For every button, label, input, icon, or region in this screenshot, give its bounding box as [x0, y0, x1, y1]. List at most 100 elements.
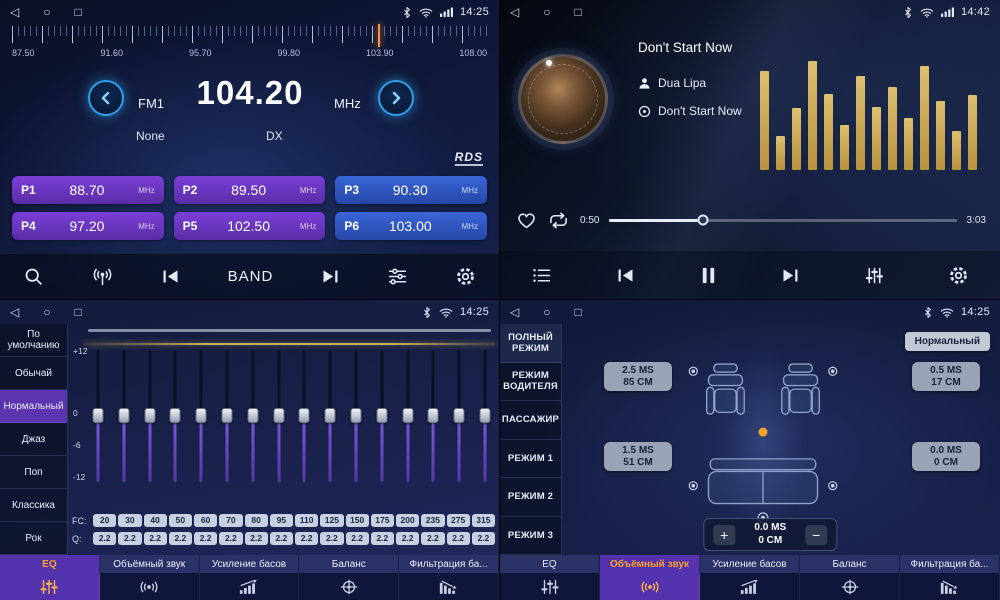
- eq-band-slider[interactable]: [193, 350, 209, 482]
- eq-band-slider[interactable]: [142, 350, 158, 482]
- delay-minus-button[interactable]: −: [805, 525, 827, 545]
- recents-icon[interactable]: □: [574, 300, 581, 324]
- eq-scrollbar[interactable]: [88, 329, 491, 332]
- eq-band-handle[interactable]: [428, 408, 439, 423]
- surround-sound-icon[interactable]: [100, 573, 200, 600]
- recents-icon[interactable]: □: [74, 300, 81, 324]
- recents-icon[interactable]: □: [74, 0, 81, 24]
- eq-band-handle[interactable]: [479, 408, 490, 423]
- back-icon[interactable]: ◁: [510, 0, 519, 24]
- preset-button-p3[interactable]: P3 90.30 MHz: [335, 176, 487, 204]
- preset-normal[interactable]: Нормальный: [0, 390, 67, 423]
- eq-band-handle[interactable]: [299, 408, 310, 423]
- eq-band-handle[interactable]: [118, 408, 129, 423]
- bass-boost-icon[interactable]: [200, 573, 300, 600]
- tab-filter[interactable]: Фильтрация ба...: [900, 555, 1000, 573]
- delay-rear-right[interactable]: 0.0 MS 0 CM: [912, 442, 980, 471]
- back-icon[interactable]: ◁: [510, 300, 519, 324]
- eq-band-slider[interactable]: [477, 350, 493, 482]
- next-track-button[interactable]: [780, 266, 801, 285]
- pause-button[interactable]: [699, 266, 718, 285]
- tune-down-button[interactable]: [88, 80, 124, 116]
- next-station-button[interactable]: [320, 267, 341, 286]
- delay-rear-left[interactable]: 1.5 MS 51 CM: [604, 442, 672, 471]
- equalizer-button[interactable]: [864, 266, 885, 285]
- eq-band-slider[interactable]: [167, 350, 183, 482]
- eq-band-handle[interactable]: [350, 408, 361, 423]
- preset-button-p4[interactable]: P4 97.20 MHz: [12, 212, 164, 240]
- eq-band-handle[interactable]: [273, 408, 284, 423]
- surround-sound-icon[interactable]: [600, 573, 700, 600]
- eq-band-slider[interactable]: [219, 350, 235, 482]
- eq-band-slider[interactable]: [116, 350, 132, 482]
- tab-balance[interactable]: Баланс: [800, 555, 900, 573]
- preset-button-p6[interactable]: P6 103.00 MHz: [335, 212, 487, 240]
- eq-band-slider[interactable]: [348, 350, 364, 482]
- eq-band-handle[interactable]: [221, 408, 232, 423]
- tab-surround[interactable]: Объёмный звук: [100, 555, 200, 573]
- delay-plus-button[interactable]: +: [713, 525, 735, 545]
- mode-1[interactable]: РЕЖИМ 1: [500, 440, 561, 479]
- favorite-button[interactable]: [516, 211, 537, 230]
- mode-driver[interactable]: РЕЖИМ ВОДИТЕЛЯ: [500, 363, 561, 402]
- home-icon[interactable]: ○: [543, 300, 550, 324]
- profile-button[interactable]: Нормальный: [905, 332, 990, 351]
- band-button[interactable]: BAND: [228, 268, 274, 285]
- settings-button[interactable]: [455, 266, 476, 287]
- broadcast-button[interactable]: [91, 266, 114, 287]
- delay-front-right[interactable]: 0.5 MS 17 CM: [912, 362, 980, 391]
- tab-balance[interactable]: Баланс: [299, 555, 399, 573]
- tune-up-button[interactable]: [378, 80, 414, 116]
- subwoofer-filter-icon[interactable]: [399, 573, 499, 600]
- frequency-scale[interactable]: 87.50 91.60 95.70 99.80 103.90 108.00: [12, 26, 487, 74]
- eq-band-slider[interactable]: [90, 350, 106, 482]
- balance-icon[interactable]: [800, 573, 900, 600]
- eq-band-handle[interactable]: [196, 408, 207, 423]
- back-icon[interactable]: ◁: [10, 300, 19, 324]
- playlist-button[interactable]: [531, 266, 552, 285]
- previous-track-button[interactable]: [615, 266, 636, 285]
- mode-3[interactable]: РЕЖИМ 3: [500, 517, 561, 556]
- recents-icon[interactable]: □: [574, 0, 581, 24]
- tab-eq[interactable]: EQ: [0, 555, 100, 573]
- eq-band-slider[interactable]: [322, 350, 338, 482]
- preset-custom[interactable]: Обычай: [0, 357, 67, 390]
- tab-eq[interactable]: EQ: [500, 555, 600, 573]
- balance-icon[interactable]: [299, 573, 399, 600]
- preset-rock[interactable]: Рок: [0, 522, 67, 555]
- eq-sliders-icon[interactable]: [0, 573, 100, 600]
- preset-classic[interactable]: Классика: [0, 489, 67, 522]
- eq-band-slider[interactable]: [245, 350, 261, 482]
- search-button[interactable]: [23, 266, 44, 287]
- repeat-button[interactable]: [547, 211, 570, 230]
- bass-boost-icon[interactable]: [700, 573, 800, 600]
- preset-jazz[interactable]: Джаз: [0, 423, 67, 456]
- preset-button-p1[interactable]: P1 88.70 MHz: [12, 176, 164, 204]
- eq-band-handle[interactable]: [93, 408, 104, 423]
- eq-band-slider[interactable]: [296, 350, 312, 482]
- eq-band-slider[interactable]: [451, 350, 467, 482]
- eq-band-slider[interactable]: [271, 350, 287, 482]
- home-icon[interactable]: ○: [43, 0, 50, 24]
- progress-slider[interactable]: [609, 219, 956, 222]
- eq-band-slider[interactable]: [425, 350, 441, 482]
- tab-bass-boost[interactable]: Усиление басов: [200, 555, 300, 573]
- eq-band-handle[interactable]: [454, 408, 465, 423]
- progress-knob[interactable]: [698, 215, 709, 226]
- delay-front-left[interactable]: 2.5 MS 85 CM: [604, 362, 672, 391]
- eq-band-handle[interactable]: [247, 408, 258, 423]
- preset-default[interactable]: По умолчанию: [0, 324, 67, 357]
- eq-band-handle[interactable]: [376, 408, 387, 423]
- eq-band-handle[interactable]: [170, 408, 181, 423]
- mode-2[interactable]: РЕЖИМ 2: [500, 478, 561, 517]
- home-icon[interactable]: ○: [43, 300, 50, 324]
- subwoofer-filter-icon[interactable]: [900, 573, 1000, 600]
- previous-station-button[interactable]: [160, 267, 181, 286]
- eq-band-handle[interactable]: [144, 408, 155, 423]
- preset-pop[interactable]: Поп: [0, 456, 67, 489]
- home-icon[interactable]: ○: [543, 0, 550, 24]
- audio-settings-button[interactable]: [387, 267, 408, 286]
- mode-full[interactable]: ПОЛНЫЙ РЕЖИМ: [500, 324, 561, 363]
- preset-button-p5[interactable]: P5 102.50 MHz: [174, 212, 326, 240]
- tab-bass-boost[interactable]: Усиление басов: [700, 555, 800, 573]
